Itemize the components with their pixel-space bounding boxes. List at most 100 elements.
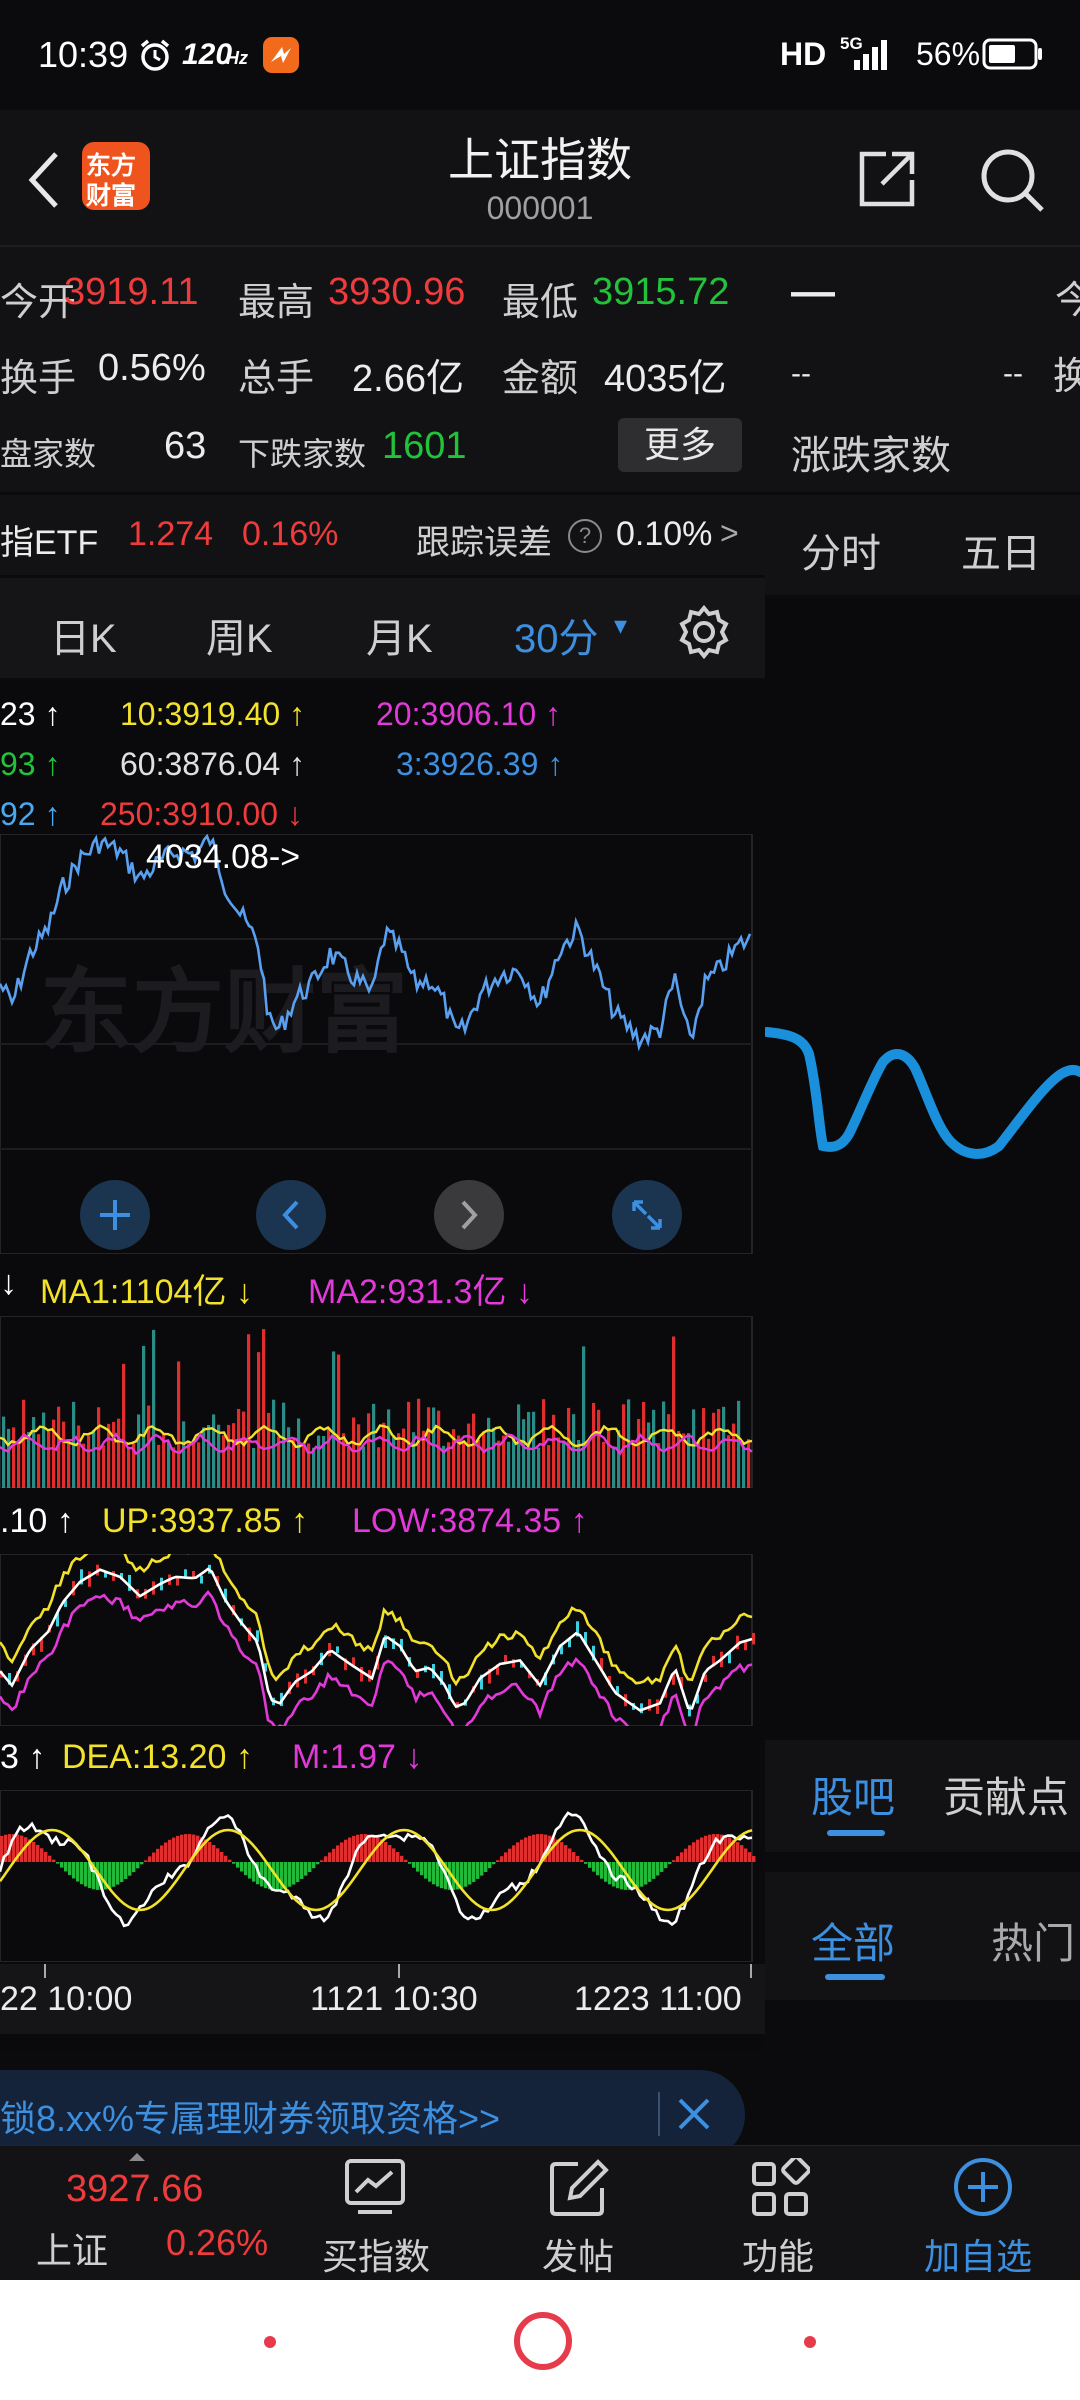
search-icon[interactable]: [978, 146, 1046, 214]
tab-day-k[interactable]: 日K: [50, 606, 117, 664]
macd-bar: [32, 1841, 36, 1862]
macd-bar: [404, 1859, 408, 1862]
volume-bar: [42, 1412, 46, 1488]
macd-bar: [388, 1845, 392, 1862]
volume-bar: [387, 1409, 391, 1488]
filter-hot[interactable]: 热门: [991, 1910, 1075, 1971]
etf-arrow-icon: >: [720, 515, 739, 551]
filter-all[interactable]: 全部: [811, 1910, 895, 1971]
nav-add-watchlist[interactable]: 加自选: [910, 2146, 1060, 2281]
macd-bar: [428, 1862, 432, 1882]
ma3-value: 3:3926.39 ↑: [396, 746, 564, 782]
volume-bar: [747, 1439, 751, 1488]
share-icon[interactable]: [856, 148, 918, 210]
nav-functions[interactable]: 功能: [720, 2146, 840, 2281]
macd-bar: [680, 1852, 684, 1862]
macd-bar: [496, 1860, 500, 1862]
macd-bar: [572, 1852, 576, 1862]
macd-bar: [160, 1845, 164, 1862]
macd-bar: [588, 1862, 592, 1868]
macd-bar: [124, 1862, 128, 1880]
macd-bar: [500, 1856, 504, 1862]
tab-week-k[interactable]: 周K: [206, 606, 273, 664]
macd-bar: [36, 1844, 40, 1862]
volume-bar: [247, 1334, 251, 1488]
boll-chart[interactable]: [0, 1554, 765, 1726]
macd-chart[interactable]: [0, 1790, 765, 1962]
network-type: HD: [780, 36, 827, 72]
right-tab-bar: 分时 五日: [765, 495, 1080, 595]
zoom-in-button[interactable]: [80, 1180, 150, 1250]
nav-buy-index[interactable]: 买指数: [310, 2146, 440, 2281]
flat-count-label: 盘家数: [0, 436, 97, 472]
volume-bar: [632, 1444, 636, 1488]
volume-bar: [2, 1416, 6, 1488]
macd-bar: [592, 1862, 596, 1872]
tracking-error-value: 0.10%: [616, 515, 713, 553]
volume-bar: [312, 1447, 316, 1488]
macd-bar: [560, 1842, 564, 1862]
macd-bar: [208, 1841, 212, 1862]
candlestick: [648, 1699, 651, 1711]
volume-bar: [707, 1438, 711, 1488]
macd-bar: [296, 1862, 300, 1882]
help-icon[interactable]: ?: [568, 519, 602, 553]
volume-bar: [357, 1424, 361, 1488]
kline-chart-area[interactable]: 23 ↑ 10:3919.40 ↑ 20:3906.10 ↑ 93 ↑ 60:3…: [0, 680, 765, 2050]
nav-post[interactable]: 发帖: [520, 2146, 640, 2281]
index-quote-tab[interactable]: 3927.66 上证 0.26%: [0, 2146, 270, 2281]
macd-bar: [692, 1842, 696, 1862]
nav-add-watchlist-label: 加自选: [924, 2236, 1033, 2277]
candlestick: [328, 1642, 331, 1657]
volume-bar: [102, 1445, 106, 1488]
tab-guba[interactable]: 股吧: [811, 1764, 895, 1825]
tab-guba-indicator: [827, 1830, 885, 1836]
volume-bar: [332, 1351, 336, 1488]
macd-bar: [688, 1845, 692, 1862]
volume-chart[interactable]: [0, 1316, 765, 1488]
nav-recents-dot[interactable]: [804, 2336, 816, 2348]
macd-bar: [392, 1848, 396, 1862]
macd-bar: [400, 1855, 404, 1862]
settings-gear-icon[interactable]: [676, 604, 732, 660]
scroll-left-button[interactable]: [256, 1180, 326, 1250]
macd-bar: [408, 1862, 412, 1864]
macd-bar: [580, 1859, 584, 1862]
volume-bar: [27, 1431, 31, 1488]
macd-bar: [436, 1862, 440, 1887]
time-tick: [398, 1964, 400, 1978]
macd-bar: [576, 1855, 580, 1862]
volume-bar: [87, 1435, 91, 1488]
add-circle-icon: [954, 2158, 1012, 2216]
volume-bar: [282, 1402, 286, 1488]
volume-bar: [187, 1443, 191, 1488]
macd-bar: [68, 1862, 72, 1876]
macd-bar: [640, 1862, 644, 1887]
fullscreen-button[interactable]: [612, 1180, 682, 1250]
intraday-panel[interactable]: [765, 598, 1080, 1738]
nav-home-circle[interactable]: [514, 2312, 572, 2370]
volume-bar: [37, 1434, 41, 1488]
compare-dash-2: --: [1003, 357, 1023, 390]
more-button[interactable]: 更多: [618, 418, 742, 472]
period-dropdown-icon[interactable]: ▾: [614, 610, 627, 641]
macd-bar: [672, 1860, 676, 1862]
promo-divider: [658, 2092, 660, 2136]
close-icon[interactable]: [672, 2092, 716, 2136]
volume-bar: [17, 1441, 21, 1488]
tab-five-day[interactable]: 五日: [961, 521, 1041, 579]
macd-bar: [312, 1862, 316, 1869]
tab-contribution[interactable]: 贡献点: [943, 1764, 1069, 1825]
tab-month-k[interactable]: 月K: [366, 606, 433, 664]
intraday-line-chart: [765, 1027, 1080, 1159]
etf-row[interactable]: 指ETF 1.274 0.16% 跟踪误差 ? 0.10% >: [0, 495, 765, 575]
scroll-right-button[interactable]: [434, 1180, 504, 1250]
macd-bar: [164, 1842, 168, 1862]
nav-back-dot[interactable]: [264, 2336, 276, 2348]
tab-intraday[interactable]: 分时: [801, 521, 881, 579]
macd-bar: [144, 1860, 148, 1862]
macd-dif: 3 ↑: [0, 1738, 46, 1776]
tab-30min[interactable]: 30分: [514, 606, 599, 664]
volume-bar: [482, 1431, 486, 1488]
stock-code: 000001: [486, 190, 594, 226]
